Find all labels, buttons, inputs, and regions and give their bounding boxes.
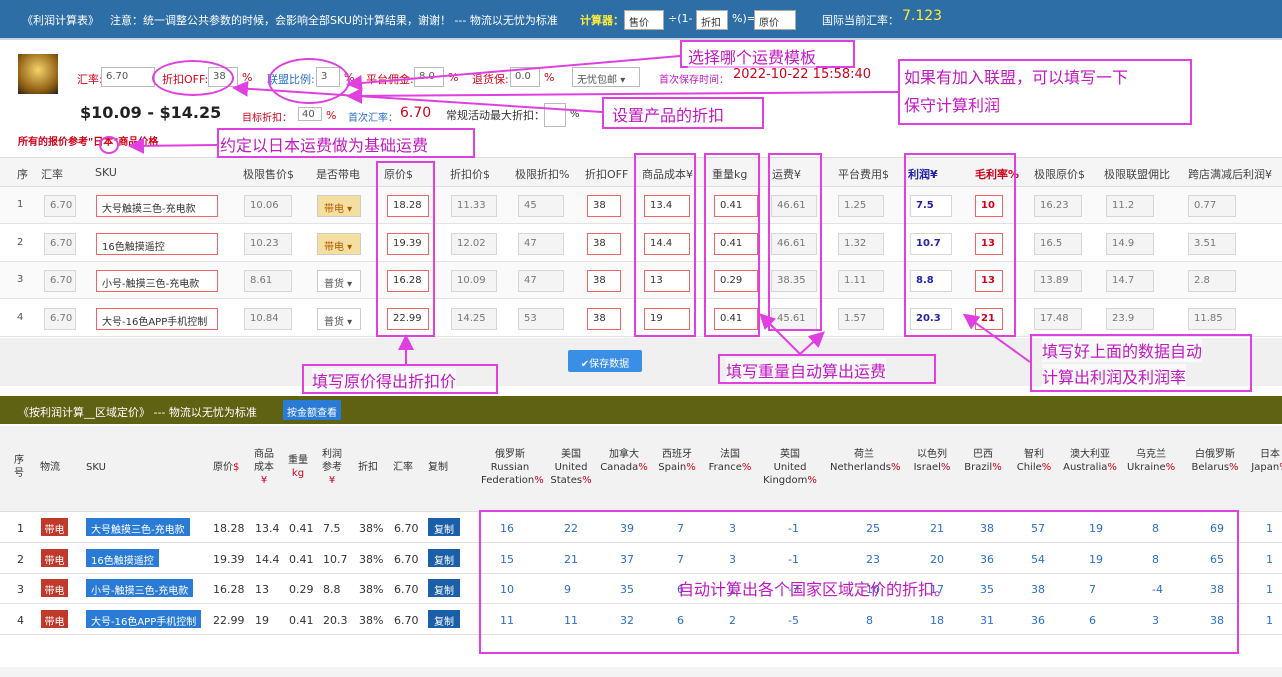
arrow-weight <box>759 313 801 355</box>
arrow-freight <box>799 331 825 355</box>
annotation-arrows <box>128 55 1031 364</box>
arrow-alliance <box>346 87 899 104</box>
page-root: 《利润计算表》 注意：统一调整公共参数的时候，会影响全部SKU的计算结果，谢谢！… <box>0 0 1282 677</box>
arrow-template <box>346 55 681 91</box>
arrow-discount <box>232 80 603 113</box>
arrow-profit <box>962 313 1031 363</box>
arrow-japan <box>128 137 218 154</box>
